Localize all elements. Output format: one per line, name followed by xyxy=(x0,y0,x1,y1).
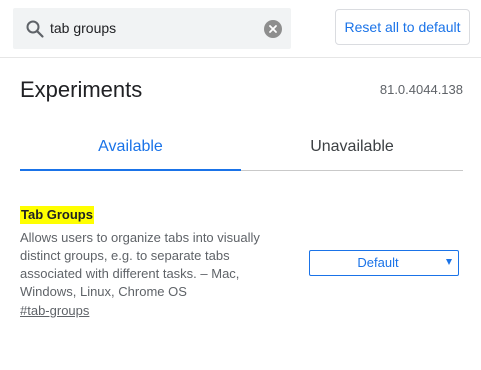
experiment-state-select[interactable]: Default xyxy=(309,250,459,276)
header-divider xyxy=(0,57,481,58)
reset-all-button[interactable]: Reset all to default xyxy=(335,9,470,45)
experiment-link[interactable]: #tab-groups xyxy=(20,302,89,320)
search-input[interactable] xyxy=(50,18,250,39)
chevron-down-icon xyxy=(446,259,452,265)
select-value: Default xyxy=(357,255,399,270)
page-title: Experiments xyxy=(20,77,143,102)
experiment-description: Allows users to organize tabs into visua… xyxy=(20,230,260,299)
search-box[interactable] xyxy=(13,8,291,49)
tab-available[interactable]: Available xyxy=(20,123,241,171)
version-label: 81.0.4044.138 xyxy=(379,82,463,97)
tab-bar: Available Unavailable xyxy=(20,123,463,171)
experiment-title: Tab Groups xyxy=(20,206,94,224)
search-icon xyxy=(25,19,45,39)
close-icon[interactable] xyxy=(264,20,282,38)
header: Reset all to default xyxy=(0,0,481,58)
tab-unavailable[interactable]: Unavailable xyxy=(241,123,463,171)
